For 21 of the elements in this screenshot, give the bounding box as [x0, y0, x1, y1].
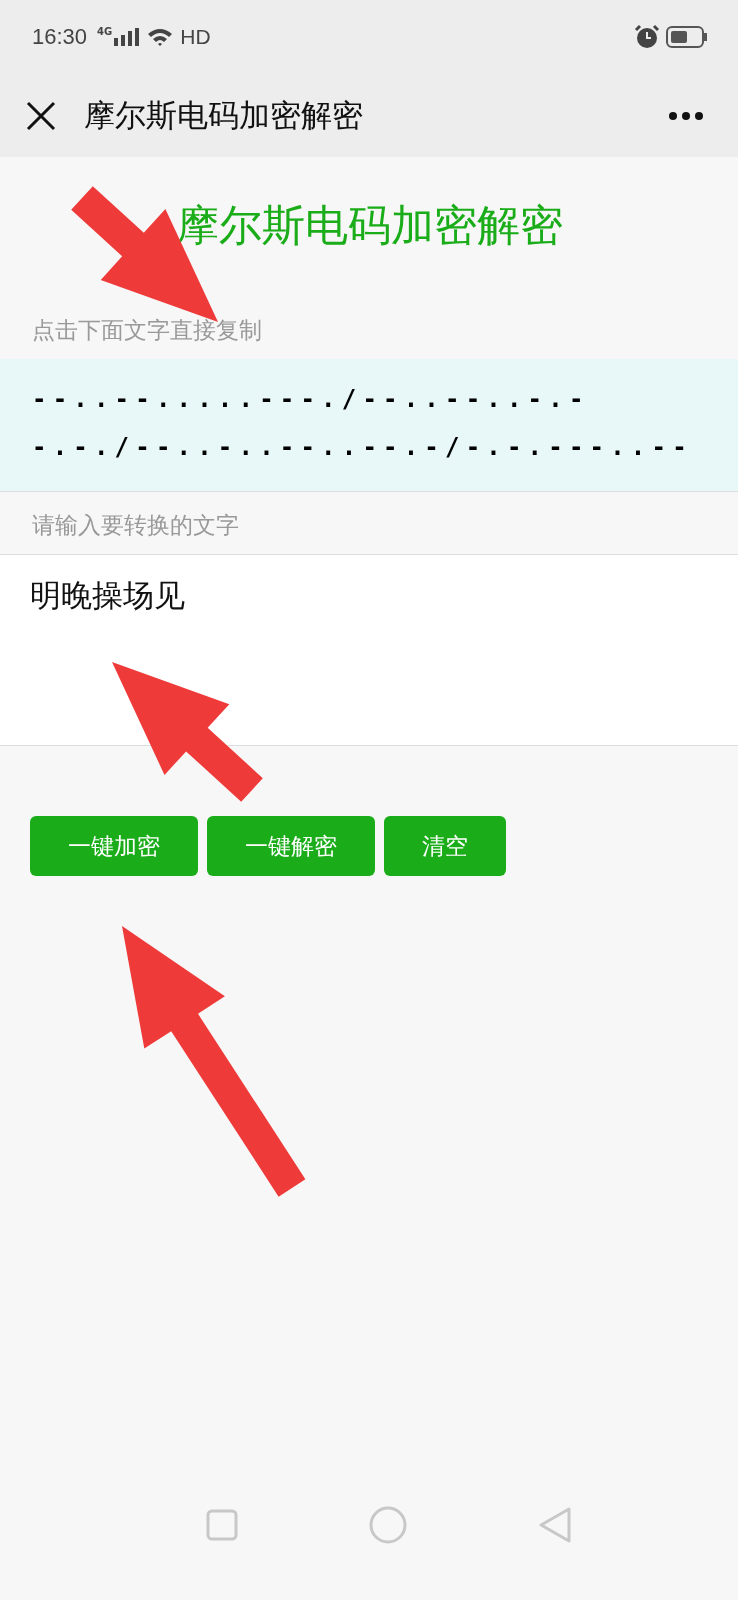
- page-title: 摩尔斯电码加密解密: [84, 95, 364, 135]
- action-button[interactable]: 一键解密: [207, 816, 375, 876]
- back-icon[interactable]: [538, 1506, 573, 1544]
- action-button[interactable]: 清空: [384, 816, 506, 876]
- status-time: 16:30: [32, 24, 88, 50]
- battery-icon: [666, 26, 708, 48]
- hd-label: HD: [180, 25, 211, 49]
- home-icon[interactable]: [369, 1506, 407, 1544]
- wifi-icon: [146, 27, 175, 47]
- section-label: 点击下面文字直接复制: [31, 316, 263, 345]
- action-button[interactable]: 一键加密: [30, 816, 198, 876]
- network-type: 4G: [97, 26, 113, 37]
- more-icon[interactable]: [668, 110, 704, 121]
- recents-icon[interactable]: [205, 1509, 238, 1541]
- alarm-icon: [634, 24, 660, 50]
- morse-output[interactable]: --..--.....---./--..--..-.- -.-./--..-..--..--.-/-.-.---..--: [0, 359, 738, 492]
- app-heading: 摩尔斯电码加密解密: [174, 199, 564, 252]
- text-input-field[interactable]: 明晚操场见: [0, 554, 738, 746]
- signal-icon: [114, 28, 141, 46]
- close-icon[interactable]: [26, 100, 56, 131]
- section-label: 请输入要转换的文字: [31, 511, 240, 540]
